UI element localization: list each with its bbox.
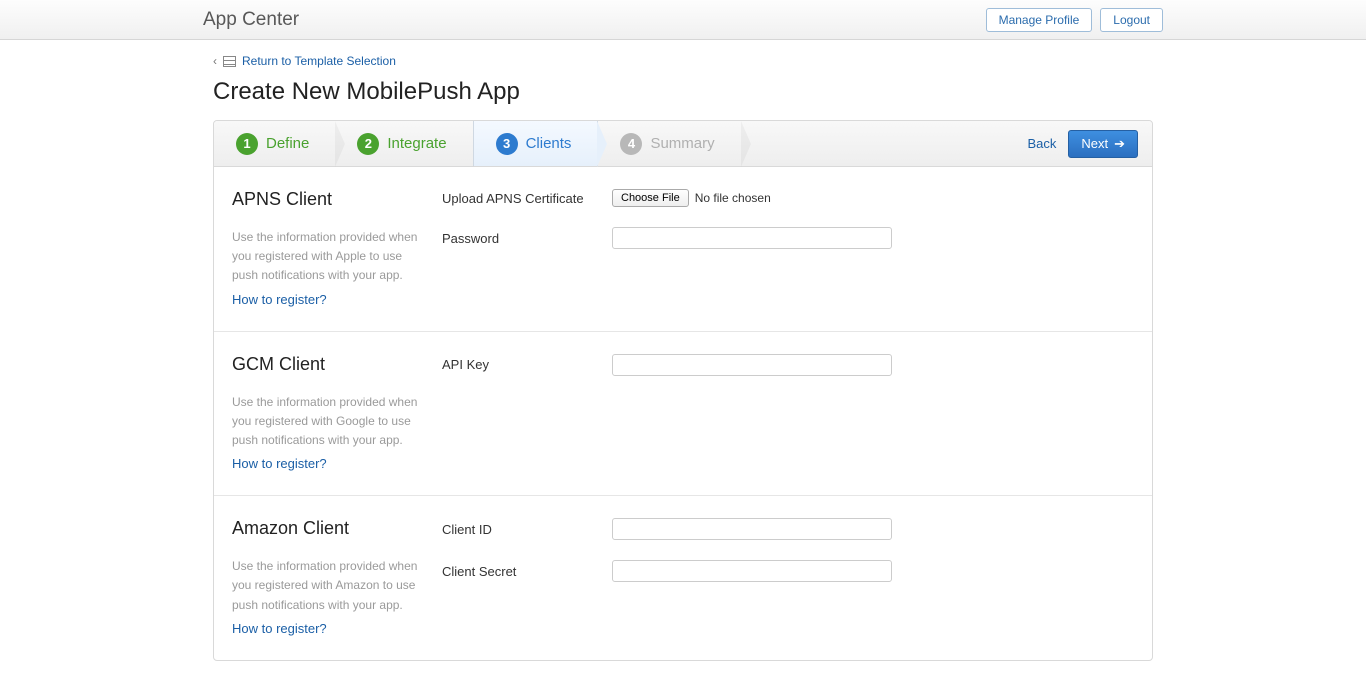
apns-title: APNS Client xyxy=(232,189,426,210)
grid-icon xyxy=(223,56,236,67)
amazon-client-id-input[interactable] xyxy=(612,518,892,540)
chevron-left-icon: ‹ xyxy=(213,54,217,68)
apns-password-label: Password xyxy=(442,231,612,246)
step-number: 3 xyxy=(496,133,518,155)
step-label: Integrate xyxy=(387,135,446,152)
upload-cert-label: Upload APNS Certificate xyxy=(442,191,612,206)
app-brand: App Center xyxy=(203,9,299,31)
amazon-client-secret-label: Client Secret xyxy=(442,564,612,579)
apns-how-to-register-link[interactable]: How to register? xyxy=(232,292,327,307)
wizard-card: 1 Define 2 Integrate 3 Clients 4 Summary… xyxy=(213,120,1153,661)
logout-button[interactable]: Logout xyxy=(1100,8,1163,32)
wizard-step-integrate[interactable]: 2 Integrate xyxy=(335,121,472,166)
wizard-step-summary[interactable]: 4 Summary xyxy=(598,121,740,166)
arrow-right-icon: ➔ xyxy=(1114,136,1125,152)
apns-password-input[interactable] xyxy=(612,227,892,249)
gcm-help-text: Use the information provided when you re… xyxy=(232,393,426,451)
manage-profile-button[interactable]: Manage Profile xyxy=(986,8,1093,32)
step-number: 1 xyxy=(236,133,258,155)
section-apns: APNS Client Use the information provided… xyxy=(214,167,1152,332)
amazon-client-id-label: Client ID xyxy=(442,522,612,537)
step-number: 4 xyxy=(620,133,642,155)
step-label: Summary xyxy=(650,135,714,152)
page-title: Create New MobilePush App xyxy=(213,78,1153,106)
gcm-how-to-register-link[interactable]: How to register? xyxy=(232,456,327,471)
apns-help-text: Use the information provided when you re… xyxy=(232,228,426,286)
amazon-how-to-register-link[interactable]: How to register? xyxy=(232,621,327,636)
section-amazon: Amazon Client Use the information provid… xyxy=(214,496,1152,660)
next-button-label: Next xyxy=(1081,136,1108,151)
step-label: Clients xyxy=(526,135,572,152)
topbar: App Center Manage Profile Logout xyxy=(0,0,1366,40)
breadcrumb: ‹ Return to Template Selection xyxy=(213,54,1153,68)
wizard-steps: 1 Define 2 Integrate 3 Clients 4 Summary… xyxy=(214,121,1152,167)
gcm-api-key-input[interactable] xyxy=(612,354,892,376)
gcm-api-key-label: API Key xyxy=(442,357,612,372)
amazon-help-text: Use the information provided when you re… xyxy=(232,557,426,615)
file-status: No file chosen xyxy=(695,191,771,205)
step-number: 2 xyxy=(357,133,379,155)
choose-file-button[interactable]: Choose File xyxy=(612,189,689,207)
next-button[interactable]: Next ➔ xyxy=(1068,130,1138,158)
back-link[interactable]: Back xyxy=(1027,136,1056,151)
amazon-title: Amazon Client xyxy=(232,518,426,539)
amazon-client-secret-input[interactable] xyxy=(612,560,892,582)
step-label: Define xyxy=(266,135,309,152)
wizard-step-clients[interactable]: 3 Clients xyxy=(473,121,599,166)
return-template-link[interactable]: Return to Template Selection xyxy=(242,54,396,68)
gcm-title: GCM Client xyxy=(232,354,426,375)
section-gcm: GCM Client Use the information provided … xyxy=(214,332,1152,497)
wizard-step-define[interactable]: 1 Define xyxy=(214,121,335,166)
